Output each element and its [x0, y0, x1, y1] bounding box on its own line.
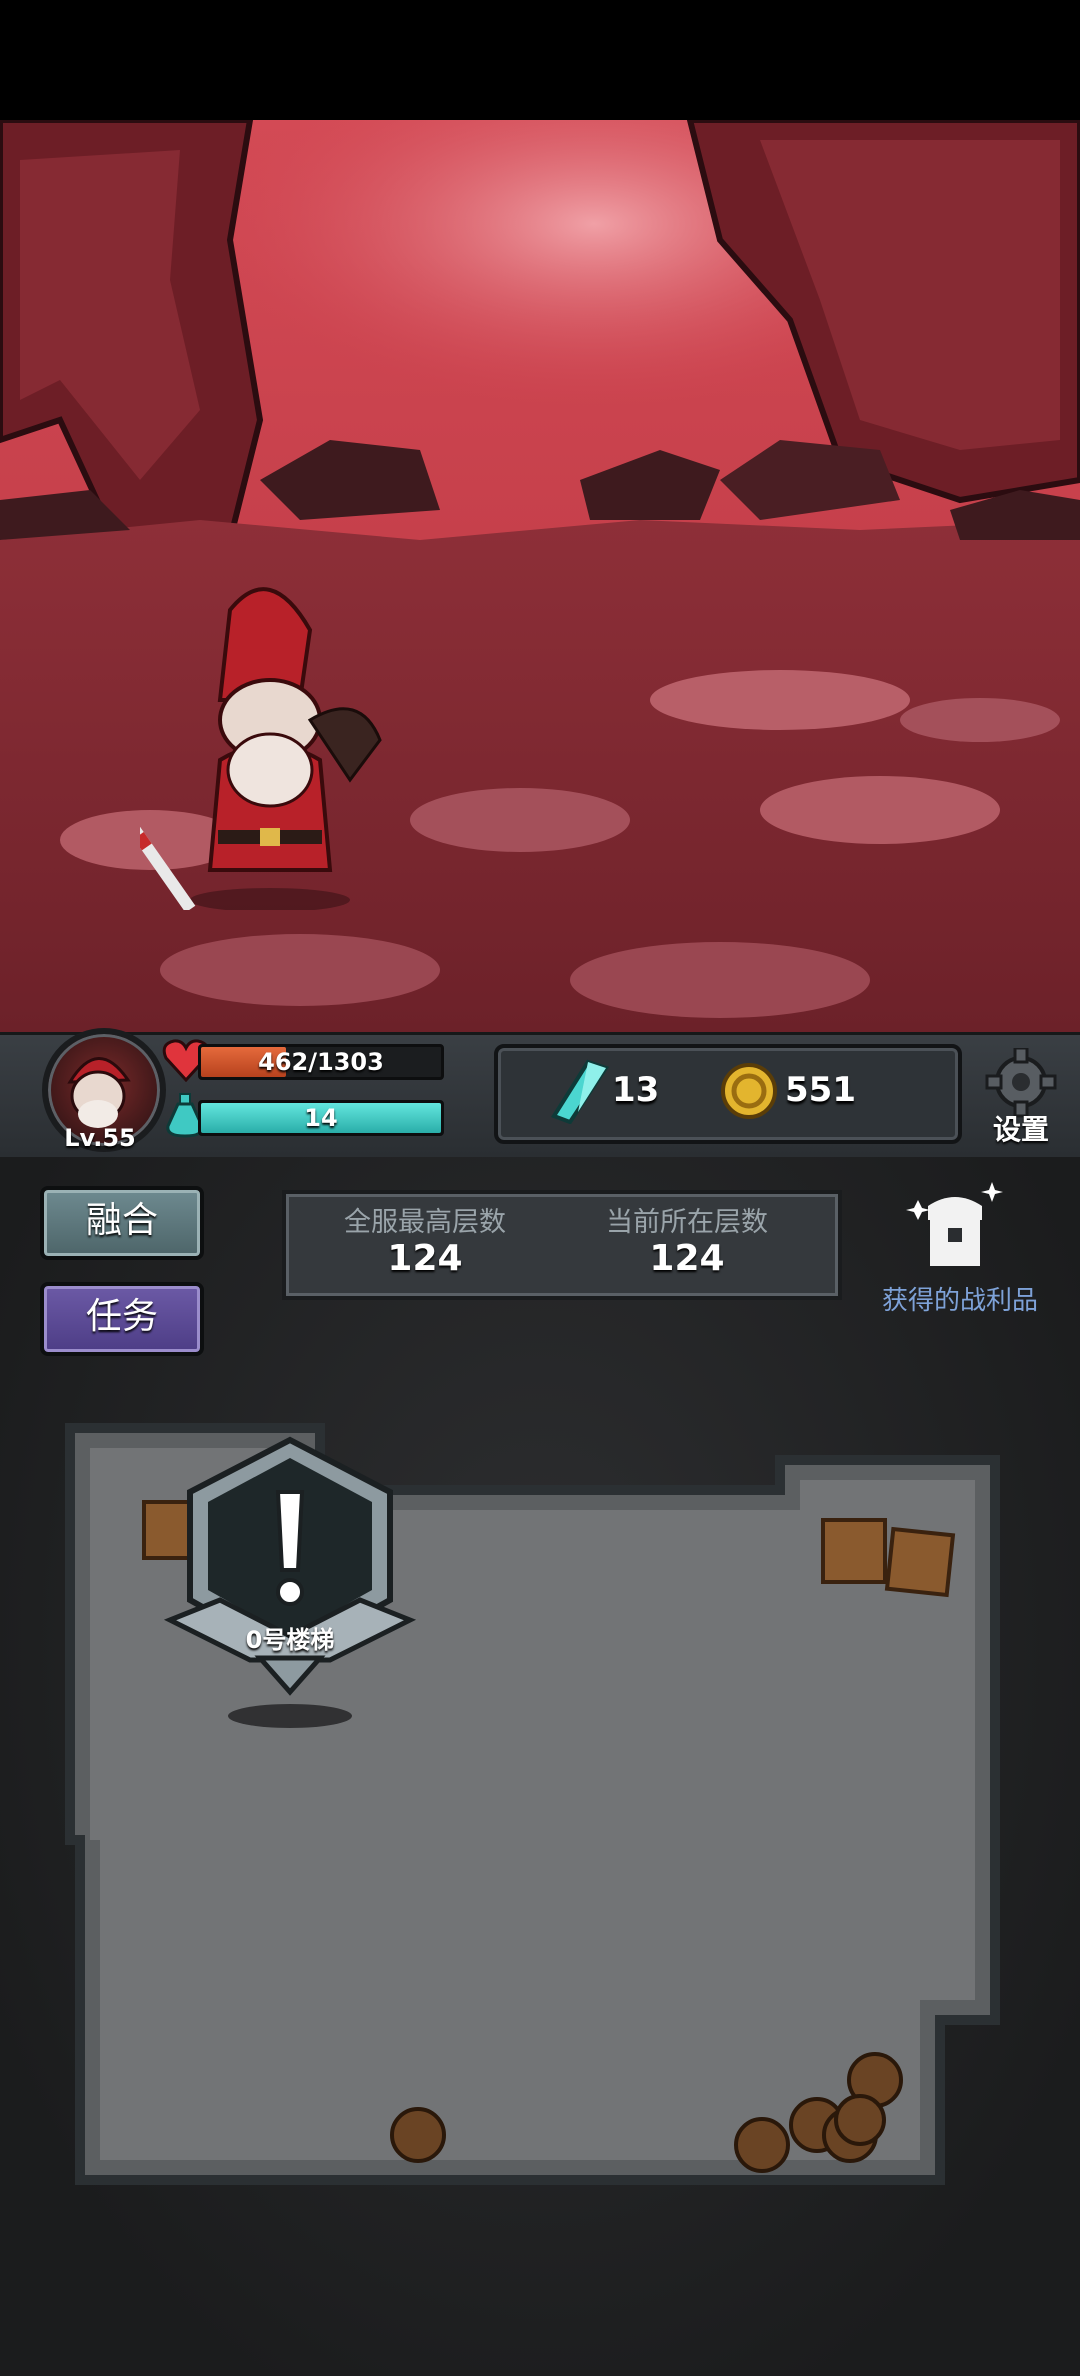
battle-scene [0, 120, 1080, 1032]
loot-button[interactable] [900, 1178, 1010, 1278]
current-floor-value: 124 [649, 1238, 725, 1279]
player-level: Lv.55 [64, 1124, 136, 1152]
stair-label: 0号楼梯 [245, 1626, 335, 1654]
settings-label: 设置 [992, 1113, 1049, 1146]
current-floor-label: 当前所在层数 [606, 1207, 768, 1238]
coin-icon [721, 1063, 777, 1119]
gnome-hero [140, 587, 382, 910]
max-floor-value: 124 [387, 1238, 463, 1279]
status-bar [0, 0, 1080, 120]
fusion-button[interactable]: 融合 [40, 1186, 204, 1260]
hp-text: 462/1303 [258, 1048, 384, 1076]
stair-marker[interactable] [160, 1430, 420, 1730]
crystal-icon [551, 1059, 610, 1124]
exclamation-icon [275, 1490, 305, 1606]
max-floor-label: 全服最高层数 [344, 1207, 506, 1238]
mp-text: 14 [304, 1104, 338, 1132]
crystal-count: 13 [612, 1070, 660, 1110]
coin-count: 551 [785, 1070, 856, 1110]
task-button[interactable]: 任务 [40, 1282, 204, 1356]
gnome-portrait-icon [67, 1057, 131, 1128]
stair-badge-icon [163, 1436, 417, 1728]
loot-label: 获得的战利品 [881, 1286, 1038, 1316]
treasure-chest-icon [906, 1182, 1003, 1266]
